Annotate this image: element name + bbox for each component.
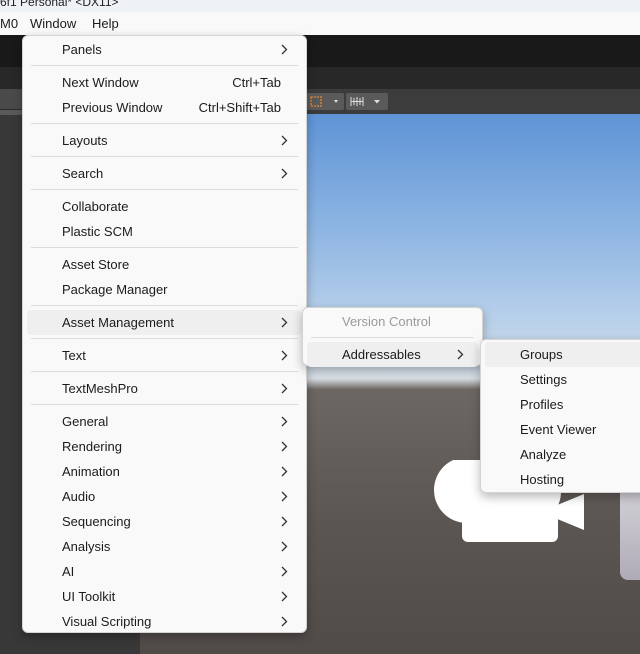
menu-item-label: Text — [62, 348, 86, 363]
window-menu-item-panels[interactable]: Panels — [27, 37, 302, 62]
window-title-bar: 6f1 Personal* <DX11> — [0, 0, 640, 12]
menu-item-label: Groups — [520, 347, 563, 362]
window-menu-item-asset-management[interactable]: Asset Management — [27, 310, 302, 335]
window-menu-item-search[interactable]: Search — [27, 161, 302, 186]
chevron-right-icon — [279, 415, 289, 428]
chevron-right-icon — [279, 490, 289, 503]
addressables-submenu: Groups Settings Profiles Event Viewer Analyz… — [480, 339, 640, 493]
chevron-right-icon — [279, 540, 289, 553]
menu-item-label: Asset Management — [62, 315, 175, 330]
menu-item-label: Panels — [62, 42, 102, 57]
chevron-right-icon — [279, 590, 289, 603]
window-menu-item-package-manager[interactable]: Package Manager — [27, 277, 302, 302]
chevron-right-icon — [279, 43, 289, 56]
scene-visibility-button[interactable] — [346, 93, 388, 110]
menu-item-label: Profiles — [520, 397, 564, 412]
menu-item-label: Previous Window — [62, 100, 163, 115]
chevron-right-icon — [279, 349, 289, 362]
menu-item-label: Asset Store — [62, 257, 130, 272]
menu-separator — [31, 371, 298, 372]
window-menu-item-text[interactable]: Text — [27, 343, 302, 368]
chevron-right-icon — [279, 316, 289, 329]
menu-item-label: Settings — [520, 372, 567, 387]
window-menu-item-ui-toolkit[interactable]: UI Toolkit — [27, 584, 302, 609]
gizmo-icon — [310, 96, 338, 107]
menu-item-shortcut: Ctrl+Tab — [232, 75, 281, 90]
menu-separator — [31, 189, 298, 190]
chevron-right-icon — [279, 167, 289, 180]
menu-separator — [31, 156, 298, 157]
chevron-right-icon — [279, 515, 289, 528]
menu-item-label: AI — [62, 564, 75, 579]
window-menu-item-collaborate[interactable]: Collaborate — [27, 194, 302, 219]
window-menu-item-rendering[interactable]: Rendering — [27, 434, 302, 459]
window-menu-item-previous-window[interactable]: Previous Window Ctrl+Shift+Tab — [27, 95, 302, 120]
window-menu-item-next-window[interactable]: Next Window Ctrl+Tab — [27, 70, 302, 95]
addressables-item-settings[interactable]: Settings — [485, 367, 640, 392]
menu-separator — [31, 123, 298, 124]
addressables-item-analyze[interactable]: Analyze — [485, 442, 640, 467]
gizmo-toggle-button[interactable] — [306, 93, 344, 110]
addressables-item-profiles[interactable]: Profiles — [485, 392, 640, 417]
grid-icon — [350, 97, 380, 106]
menu-item-label: Search — [62, 166, 104, 181]
menu-item-label: Rendering — [62, 439, 122, 454]
menu-separator — [31, 404, 298, 405]
menubar-item-help[interactable]: Help — [92, 16, 119, 31]
chevron-right-icon — [279, 615, 289, 628]
menu-item-label: UI Toolkit — [62, 589, 116, 604]
chevron-right-icon — [279, 382, 289, 395]
window-menu-item-sequencing[interactable]: Sequencing — [27, 509, 302, 534]
menu-item-label: Layouts — [62, 133, 108, 148]
menu-separator — [31, 247, 298, 248]
asset-management-submenu: Version Control Addressables — [302, 307, 483, 367]
menu-separator — [31, 65, 298, 66]
window-title: 6f1 Personal* <DX11> — [0, 0, 119, 9]
menu-item-label: General — [62, 414, 109, 429]
menu-item-label: Animation — [62, 464, 120, 479]
menu-item-label: Audio — [62, 489, 96, 504]
menu-item-label: Sequencing — [62, 514, 131, 529]
window-menu-item-general[interactable]: General — [27, 409, 302, 434]
asset-management-item-addressables[interactable]: Addressables — [307, 342, 478, 367]
menu-separator — [31, 305, 298, 306]
menu-item-label: TextMeshPro — [62, 381, 138, 396]
window-menu-item-animation[interactable]: Animation — [27, 459, 302, 484]
chevron-right-icon — [279, 134, 289, 147]
menu-separator — [311, 337, 474, 338]
window-menu-item-ai[interactable]: AI — [27, 559, 302, 584]
window-menu-item-plastic-scm[interactable]: Plastic SCM — [27, 219, 302, 244]
window-menu-item-visual-scripting[interactable]: Visual Scripting — [27, 609, 302, 634]
menu-item-label: Analysis — [62, 539, 111, 554]
window-menu: Panels Next Window Ctrl+Tab Previous Window… — [22, 35, 307, 633]
menu-item-label: Hosting — [520, 472, 565, 487]
window-menu-item-audio[interactable]: Audio — [27, 484, 302, 509]
menubar-item-window[interactable]: Window — [30, 16, 76, 31]
menu-item-label: Next Window — [62, 75, 139, 90]
menu-item-label: Package Manager — [62, 282, 168, 297]
menu-item-label: Addressables — [342, 347, 421, 362]
chevron-right-icon — [279, 440, 289, 453]
window-menu-item-layouts[interactable]: Layouts — [27, 128, 302, 153]
menu-item-label: Event Viewer — [520, 422, 597, 437]
asset-management-item-version-control: Version Control — [307, 309, 478, 334]
menubar-item-m0[interactable]: M0 — [0, 16, 18, 31]
menu-bar: M0 Window Help — [0, 12, 640, 35]
chevron-right-icon — [279, 565, 289, 578]
menu-item-label: Collaborate — [62, 199, 129, 214]
addressables-item-hosting[interactable]: Hosting — [485, 467, 640, 492]
chevron-right-icon — [279, 465, 289, 478]
menu-separator — [31, 338, 298, 339]
menu-item-label: Visual Scripting — [62, 614, 152, 629]
window-menu-item-textmeshpro[interactable]: TextMeshPro — [27, 376, 302, 401]
addressables-item-groups[interactable]: Groups — [485, 342, 640, 367]
menu-item-label: Analyze — [520, 447, 567, 462]
addressables-item-event-viewer[interactable]: Event Viewer — [485, 417, 640, 442]
menu-item-shortcut: Ctrl+Shift+Tab — [198, 100, 281, 115]
window-menu-item-asset-store[interactable]: Asset Store — [27, 252, 302, 277]
menu-item-label: Version Control — [342, 314, 431, 329]
chevron-right-icon — [455, 348, 465, 361]
menu-item-label: Plastic SCM — [62, 224, 133, 239]
window-menu-item-analysis[interactable]: Analysis — [27, 534, 302, 559]
